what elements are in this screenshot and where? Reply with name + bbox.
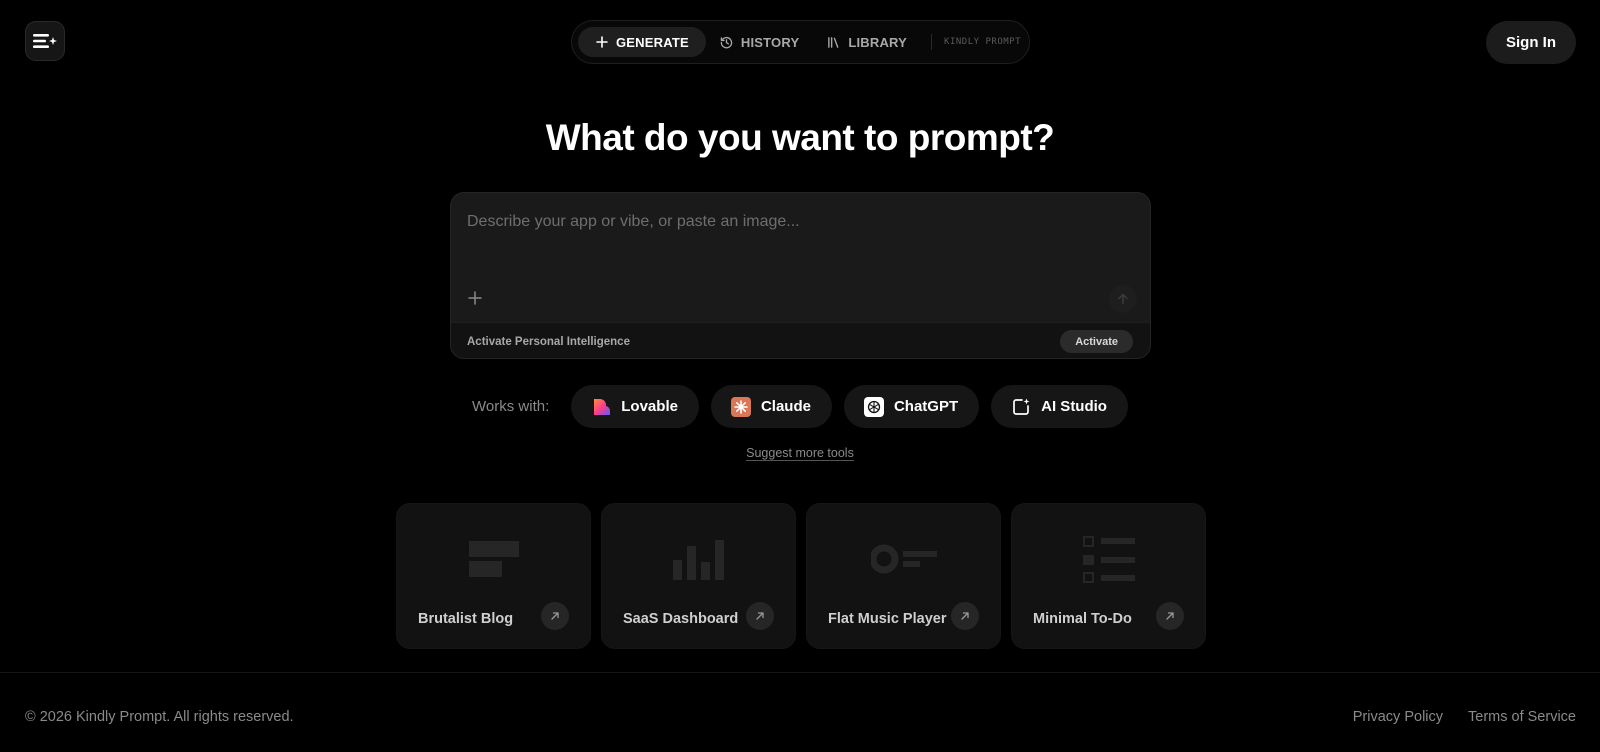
tab-history[interactable]: HISTORY bbox=[706, 27, 813, 57]
tool-ai-studio[interactable]: AI Studio bbox=[991, 385, 1128, 428]
app-logo[interactable] bbox=[25, 21, 65, 61]
works-with-row: Works with: Lovable Claude ChatGPT AI St… bbox=[0, 385, 1600, 428]
privacy-policy-link[interactable]: Privacy Policy bbox=[1353, 709, 1443, 725]
music-player-icon bbox=[807, 534, 1000, 584]
chatgpt-icon bbox=[863, 396, 884, 417]
library-icon bbox=[827, 36, 840, 49]
prompt-box: Describe your app or vibe, or paste an i… bbox=[450, 192, 1151, 359]
logo-icon bbox=[33, 34, 57, 48]
tool-claude-label: Claude bbox=[760, 398, 811, 415]
ai-studio-icon bbox=[1013, 398, 1030, 415]
works-with-label: Works with: bbox=[472, 398, 550, 415]
tab-generate-label: GENERATE bbox=[616, 34, 689, 50]
suggest-tools-link[interactable]: Suggest more tools bbox=[746, 446, 854, 460]
footer-links: Privacy Policy Terms of Service bbox=[1353, 709, 1576, 725]
nav-brand-label: KINDLY PROMPT bbox=[944, 37, 1021, 47]
personal-intelligence-label: Activate Personal Intelligence bbox=[467, 335, 630, 348]
tab-library[interactable]: LIBRARY bbox=[813, 27, 921, 57]
tab-generate[interactable]: GENERATE bbox=[578, 27, 706, 57]
suggest-tools-row: Suggest more tools bbox=[0, 446, 1600, 460]
page-title: What do you want to prompt? bbox=[545, 117, 1055, 158]
tool-ai-studio-label: AI Studio bbox=[1041, 398, 1107, 415]
template-card-label: SaaS Dashboard bbox=[623, 611, 739, 627]
template-card-label: Minimal To-Do bbox=[1033, 611, 1132, 627]
template-card-saas-dashboard[interactable]: SaaS Dashboard bbox=[601, 503, 796, 649]
arrow-up-icon bbox=[1118, 293, 1128, 305]
history-icon bbox=[720, 36, 733, 49]
tool-lovable-label: Lovable bbox=[621, 398, 678, 415]
blog-layout-icon bbox=[397, 534, 590, 584]
main-nav: GENERATE HISTORY LIBRARY KINDLY PROMPT bbox=[571, 20, 1030, 64]
arrow-up-right-icon bbox=[746, 602, 774, 630]
plus-icon bbox=[596, 36, 608, 48]
lovable-icon bbox=[594, 398, 611, 415]
arrow-up-right-icon bbox=[541, 602, 569, 630]
footer-divider bbox=[0, 672, 1600, 673]
bar-chart-icon bbox=[602, 534, 795, 584]
nav-divider bbox=[931, 34, 933, 50]
tool-lovable[interactable]: Lovable bbox=[571, 385, 699, 428]
tool-chatgpt-label: ChatGPT bbox=[893, 398, 959, 415]
terms-of-service-link[interactable]: Terms of Service bbox=[1468, 709, 1576, 725]
personal-intelligence-bar: Activate Personal Intelligence Activate bbox=[451, 322, 1150, 358]
tab-history-label: HISTORY bbox=[740, 34, 800, 50]
send-button[interactable] bbox=[1109, 285, 1137, 313]
tab-library-label: LIBRARY bbox=[848, 34, 908, 50]
template-card-flat-music-player[interactable]: Flat Music Player bbox=[806, 503, 1001, 649]
page: GENERATE HISTORY LIBRARY KINDLY PROMPT S… bbox=[0, 0, 1600, 752]
template-card-minimal-to-do[interactable]: Minimal To-Do bbox=[1011, 503, 1206, 649]
prompt-input[interactable]: Describe your app or vibe, or paste an i… bbox=[467, 213, 1127, 231]
template-card-label: Flat Music Player bbox=[828, 611, 947, 627]
claude-icon bbox=[730, 396, 751, 417]
copyright: © 2026 Kindly Prompt. All rights reserve… bbox=[25, 709, 294, 725]
template-card-brutalist-blog[interactable]: Brutalist Blog bbox=[396, 503, 591, 649]
tool-chatgpt[interactable]: ChatGPT bbox=[843, 385, 980, 428]
tool-claude[interactable]: Claude bbox=[710, 385, 832, 428]
activate-button[interactable]: Activate bbox=[1060, 330, 1133, 353]
template-card-label: Brutalist Blog bbox=[418, 611, 514, 627]
attach-plus-icon[interactable] bbox=[466, 289, 484, 307]
checklist-icon bbox=[1012, 534, 1205, 584]
arrow-up-right-icon bbox=[1156, 602, 1184, 630]
template-cards: Brutalist Blog SaaS Dashboard Flat Music… bbox=[396, 503, 1206, 649]
arrow-up-right-icon bbox=[951, 602, 979, 630]
sign-in-button[interactable]: Sign In bbox=[1486, 21, 1576, 64]
